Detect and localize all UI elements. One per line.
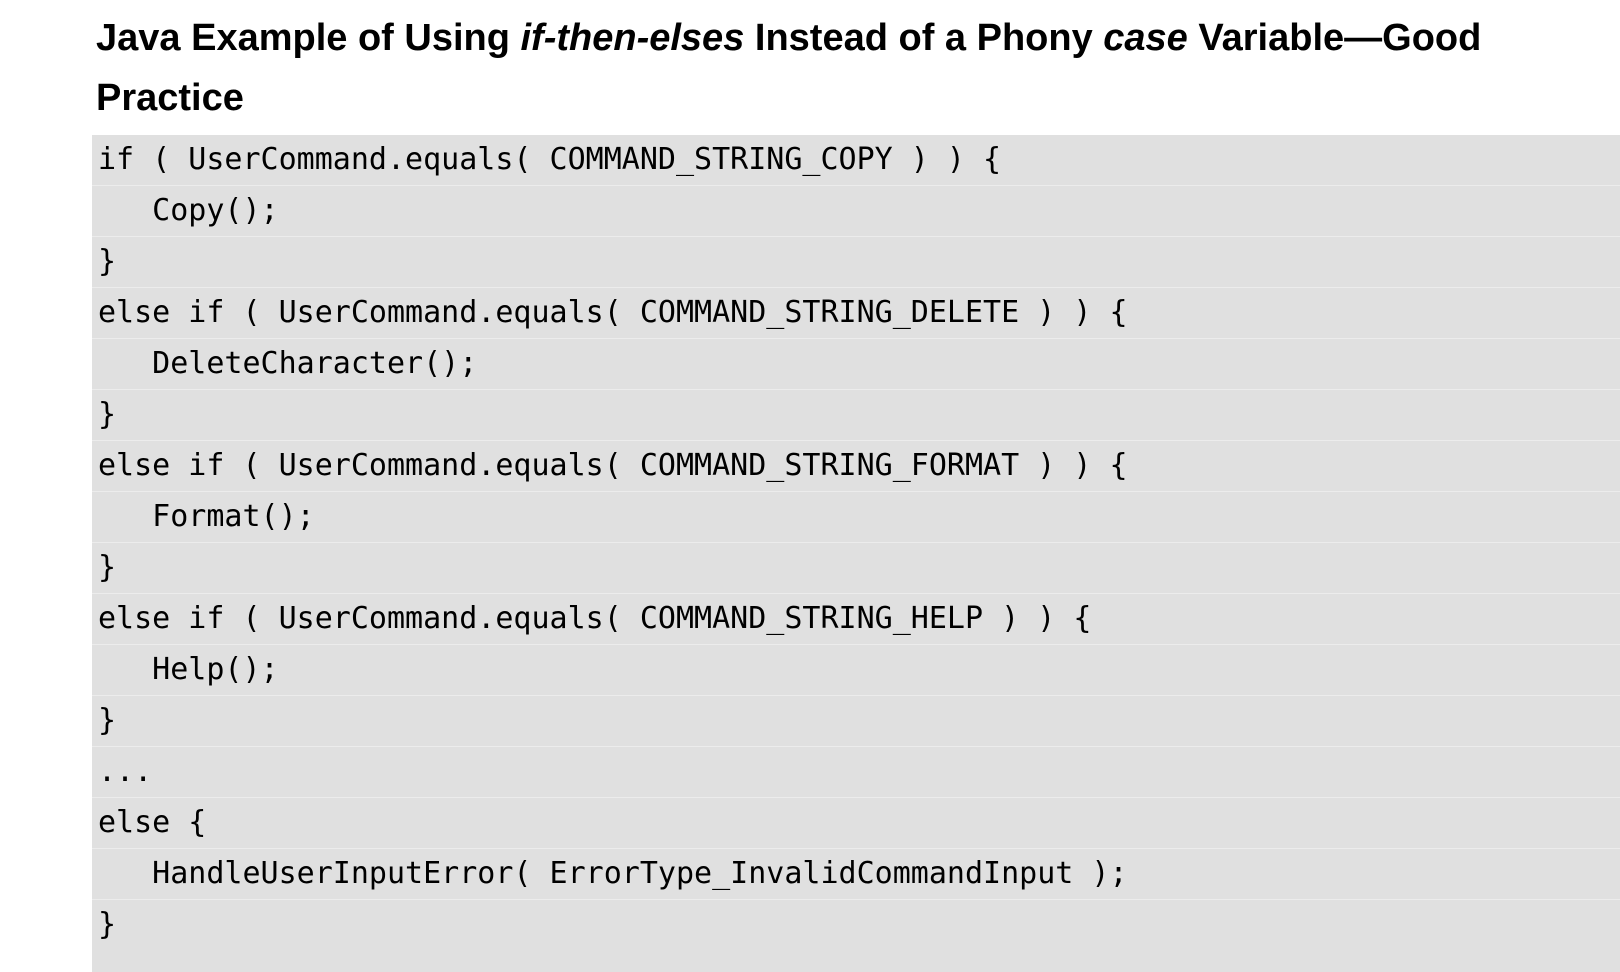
- title-emphasis-case: case: [1103, 17, 1188, 59]
- code-line: }: [92, 237, 1620, 288]
- code-line: else if ( UserCommand.equals( COMMAND_ST…: [92, 441, 1620, 492]
- code-line: HandleUserInputError( ErrorType_InvalidC…: [92, 849, 1620, 900]
- code-line: else {: [92, 798, 1620, 849]
- code-line: else if ( UserCommand.equals( COMMAND_ST…: [92, 288, 1620, 339]
- title-text-1: Java Example of Using: [96, 17, 521, 59]
- title-text-2: Instead of a Phony: [744, 17, 1104, 59]
- code-line: }: [98, 907, 117, 942]
- code-line: }: [92, 543, 1620, 594]
- code-line: }: [92, 696, 1620, 747]
- code-line: }: [92, 390, 1620, 441]
- title-emphasis-if-then-elses: if-then-elses: [520, 17, 745, 59]
- code-listing: if ( UserCommand.equals( COMMAND_STRING_…: [92, 135, 1620, 972]
- code-line: if ( UserCommand.equals( COMMAND_STRING_…: [92, 135, 1620, 186]
- code-line: Copy();: [92, 186, 1620, 237]
- listing-title: Java Example of Using if-then-elses Inst…: [96, 8, 1576, 128]
- code-line: ...: [92, 747, 1620, 798]
- code-line: Format();: [92, 492, 1620, 543]
- code-line: else if ( UserCommand.equals( COMMAND_ST…: [92, 594, 1620, 645]
- code-line: DeleteCharacter();: [92, 339, 1620, 390]
- code-line: Help();: [92, 645, 1620, 696]
